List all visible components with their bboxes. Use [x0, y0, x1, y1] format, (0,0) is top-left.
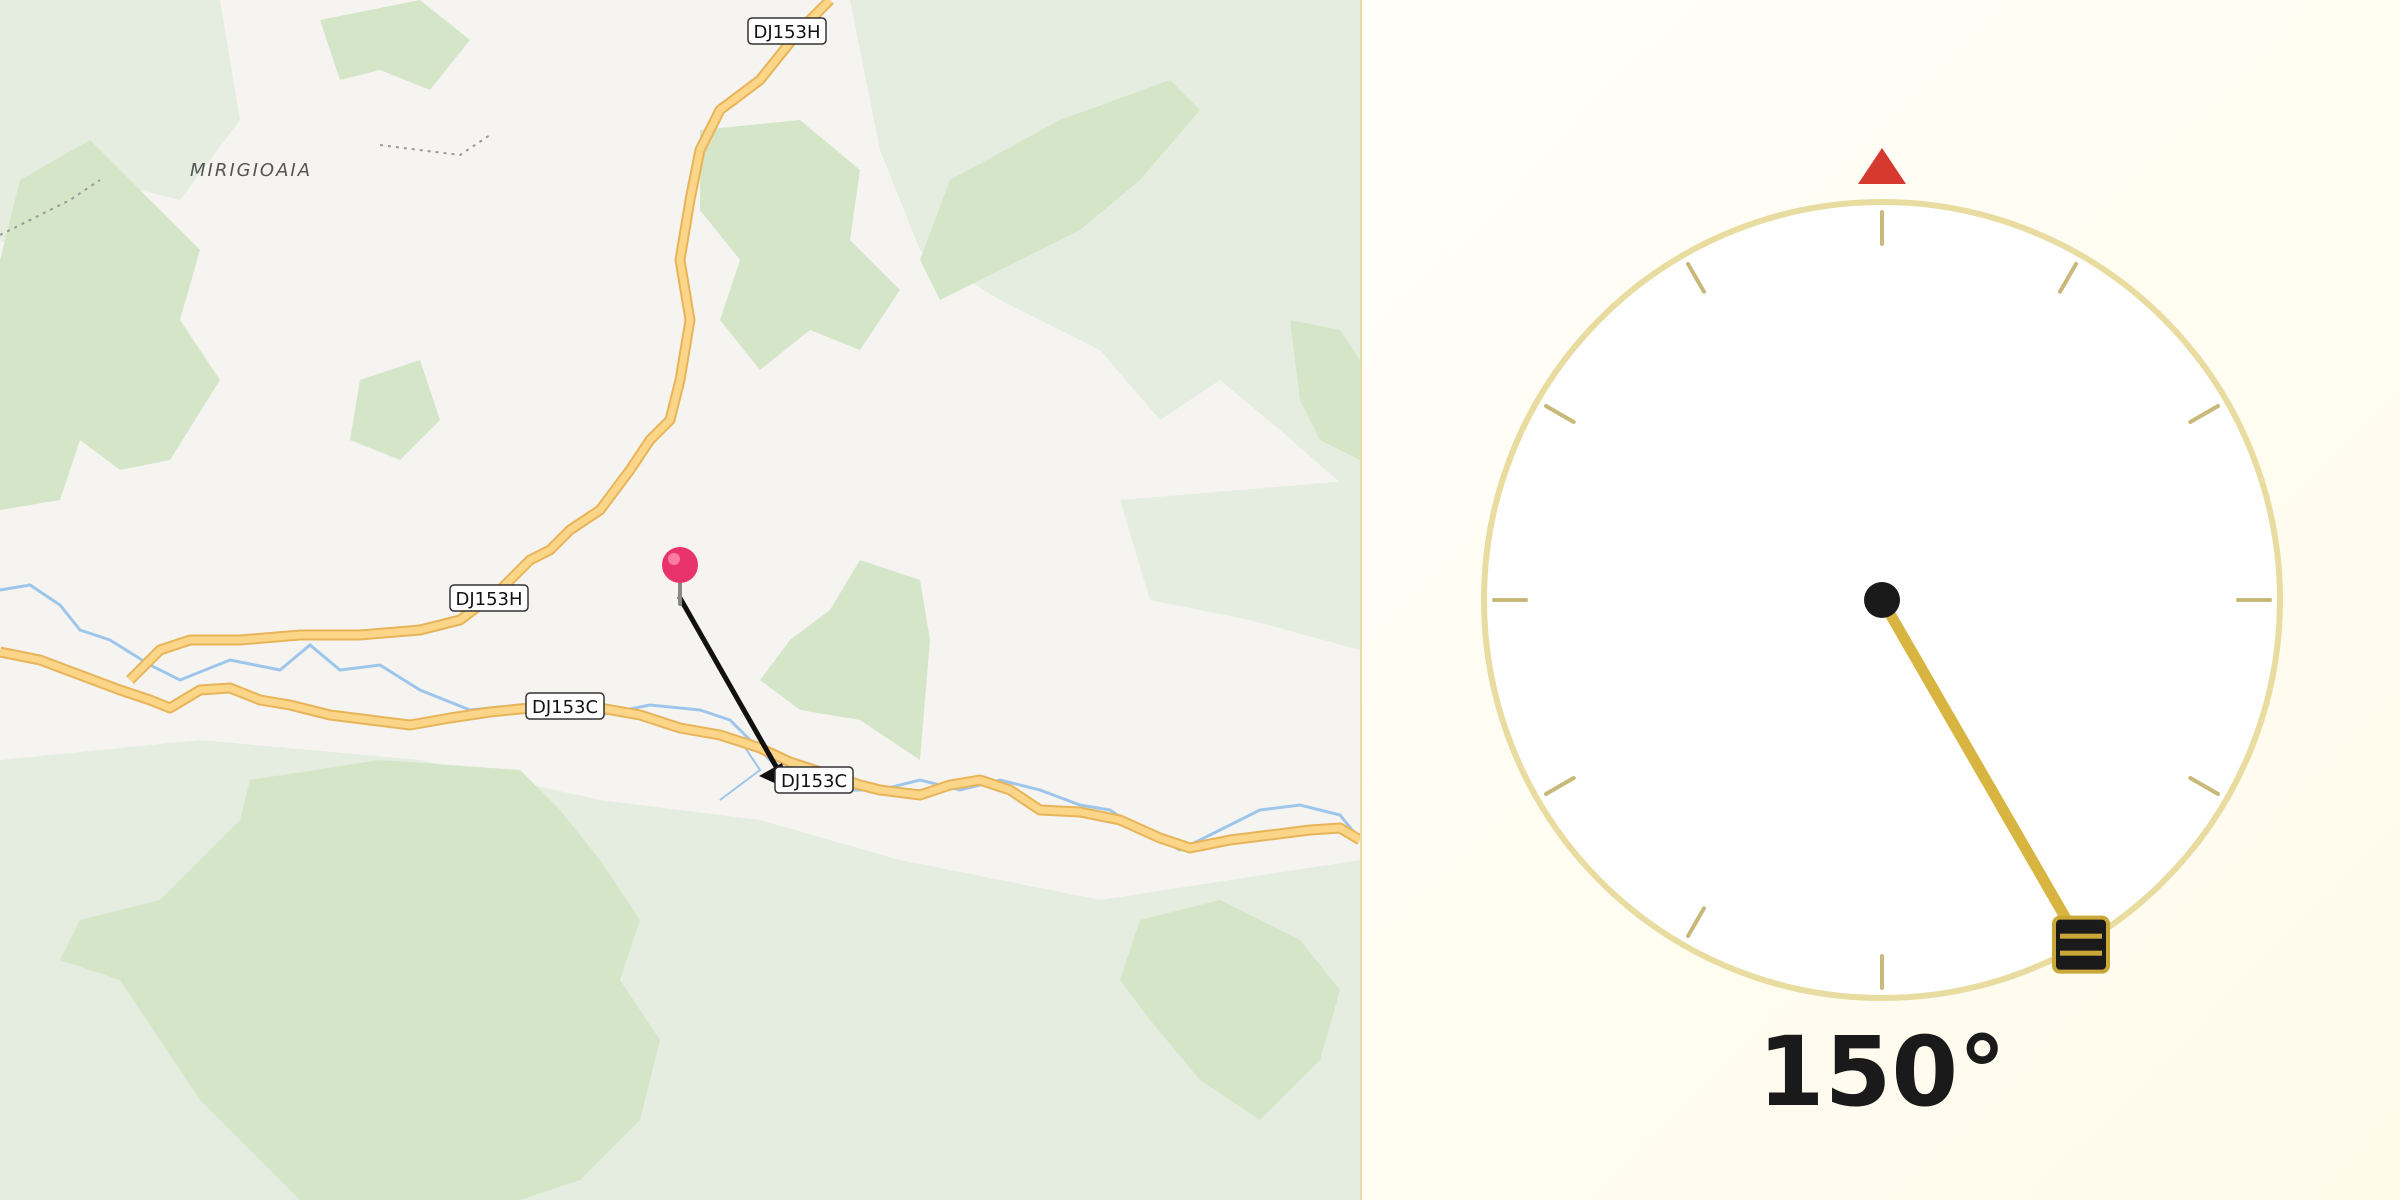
compass-panel: 150° — [1362, 0, 2400, 1200]
road-shield-dj153h-top: DJ153H — [747, 17, 827, 45]
compass-canvas: 150° — [1481, 148, 2283, 1128]
heading-drag-handle[interactable] — [2052, 915, 2110, 974]
svg-text:DJ153C: DJ153C — [532, 697, 598, 718]
compass-hub — [1864, 582, 1900, 618]
road-shield-dj153c-left: DJ153C — [525, 692, 605, 720]
place-label-mirigioaia: MIRIGIOAIA — [190, 160, 312, 181]
heading-readout: 150° — [1758, 1016, 2006, 1128]
map-canvas[interactable]: MIRIGIOAIA DJ153H DJ153H DJ153C DJ153C — [0, 0, 1360, 1200]
north-marker — [1858, 148, 1906, 184]
svg-text:DJ153H: DJ153H — [753, 22, 820, 43]
road-shield-dj153c-right: DJ153C — [774, 766, 854, 794]
svg-text:DJ153C: DJ153C — [781, 771, 847, 792]
road-shield-dj153h-mid: DJ153H — [449, 584, 529, 612]
map-view[interactable]: MIRIGIOAIA DJ153H DJ153H DJ153C DJ153C — [0, 0, 1360, 1200]
svg-text:DJ153H: DJ153H — [455, 589, 522, 610]
